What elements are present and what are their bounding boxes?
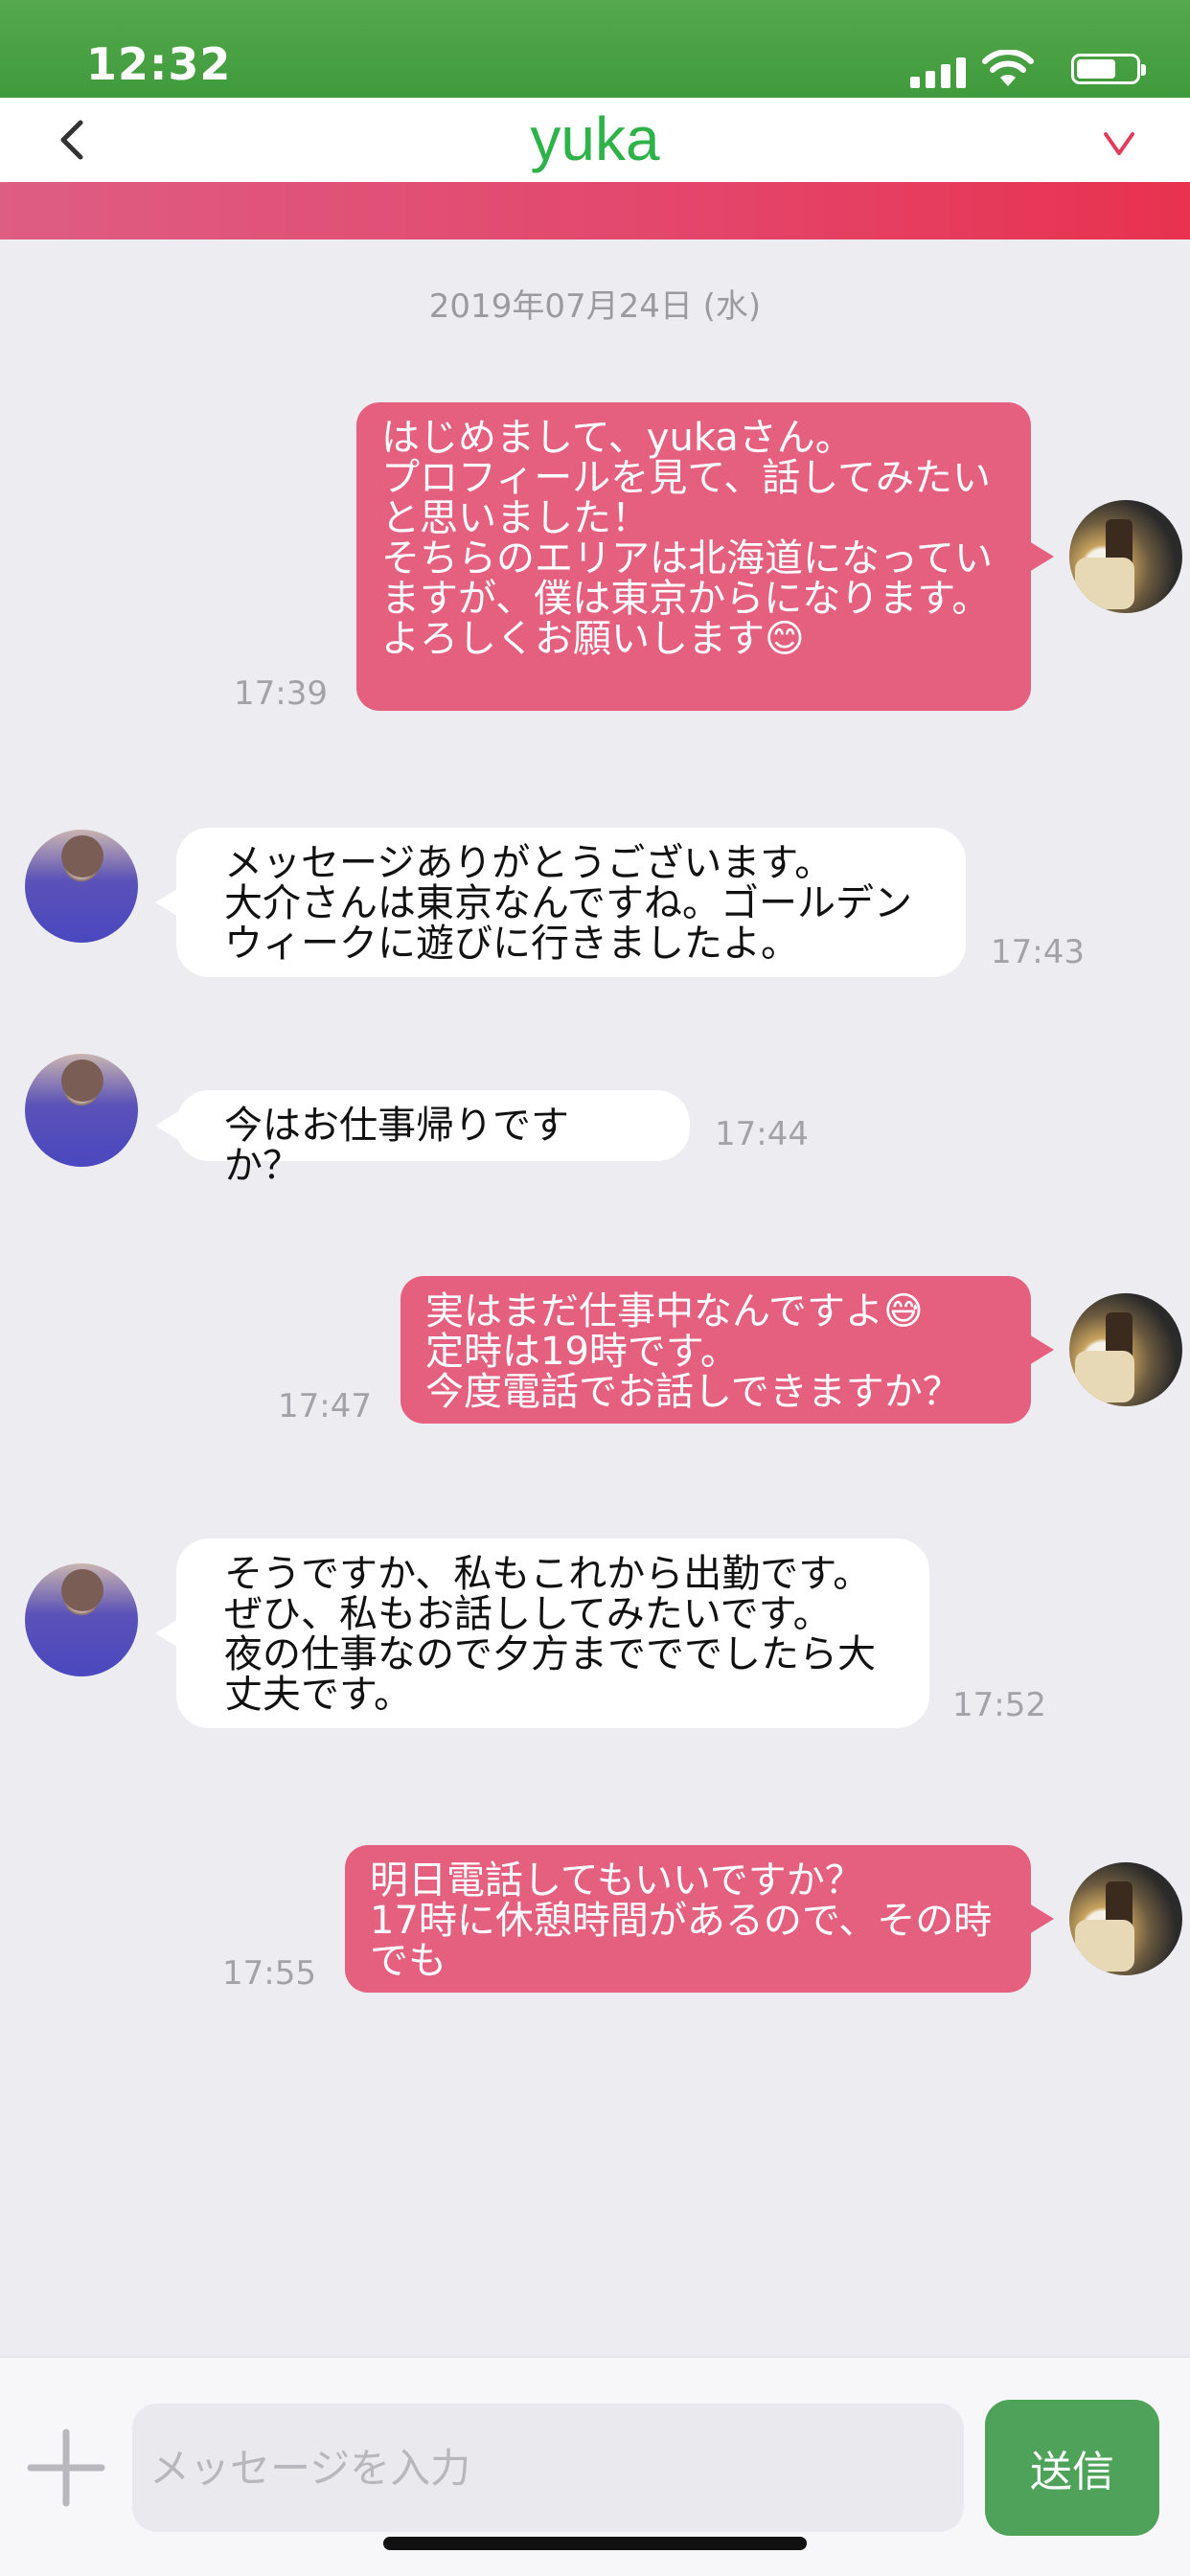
partner-message-bubble[interactable]: メッセージありがとうございます。 大介さんは東京なんですね。ゴールデンウィークに… bbox=[155, 828, 966, 977]
avatar[interactable] bbox=[25, 1054, 138, 1167]
avatar[interactable] bbox=[25, 1563, 138, 1676]
page-title: yuka bbox=[530, 104, 660, 173]
chevron-down-icon[interactable] bbox=[1100, 125, 1138, 163]
battery-icon bbox=[1071, 54, 1146, 84]
chat-header: yuka bbox=[0, 98, 1190, 182]
status-time: 12:32 bbox=[86, 38, 232, 90]
status-bar: 12:32 bbox=[0, 0, 1190, 98]
accent-band bbox=[0, 182, 1190, 239]
avatar[interactable] bbox=[1069, 500, 1182, 613]
avatar[interactable] bbox=[25, 830, 138, 943]
partner-message-bubble[interactable]: 今はお仕事帰りですか？ bbox=[155, 1090, 690, 1186]
date-separator: 2019年07月24日 (水) bbox=[428, 287, 762, 326]
message-time: 17:55 bbox=[222, 1954, 316, 1993]
plus-icon[interactable] bbox=[23, 2425, 109, 2511]
message-time: 17:43 bbox=[991, 933, 1085, 971]
my-message-bubble[interactable]: 明日電話してもいいですか？ 17時に休憩時間があるので、その時でも bbox=[345, 1845, 1054, 1993]
wifi-icon bbox=[982, 50, 1034, 86]
message-input[interactable] bbox=[132, 2404, 964, 2532]
message-time: 17:52 bbox=[952, 1686, 1046, 1724]
home-indicator bbox=[383, 2537, 807, 2550]
message-time: 17:44 bbox=[715, 1115, 809, 1153]
partner-message-bubble[interactable]: そうですか、私もこれから出勤です。 ぜひ、私もお話ししてみたいです。 夜の仕事な… bbox=[155, 1539, 929, 1728]
send-button[interactable]: 送信 bbox=[985, 2400, 1159, 2536]
message-time: 17:47 bbox=[278, 1387, 372, 1425]
status-icons bbox=[891, 50, 1146, 88]
avatar[interactable] bbox=[1069, 1862, 1182, 1975]
my-message-bubble[interactable]: 実はまだ仕事中なんですよ😅 定時は19時です。 今度電話でお話しできますか？ bbox=[400, 1276, 1054, 1424]
message-time: 17:39 bbox=[234, 674, 328, 713]
avatar[interactable] bbox=[1069, 1293, 1182, 1406]
signal-icon bbox=[910, 56, 968, 88]
my-message-bubble[interactable]: はじめまして、yukaさん。 プロフィールを見て、話してみたいと思いました！ そ… bbox=[356, 402, 1054, 711]
